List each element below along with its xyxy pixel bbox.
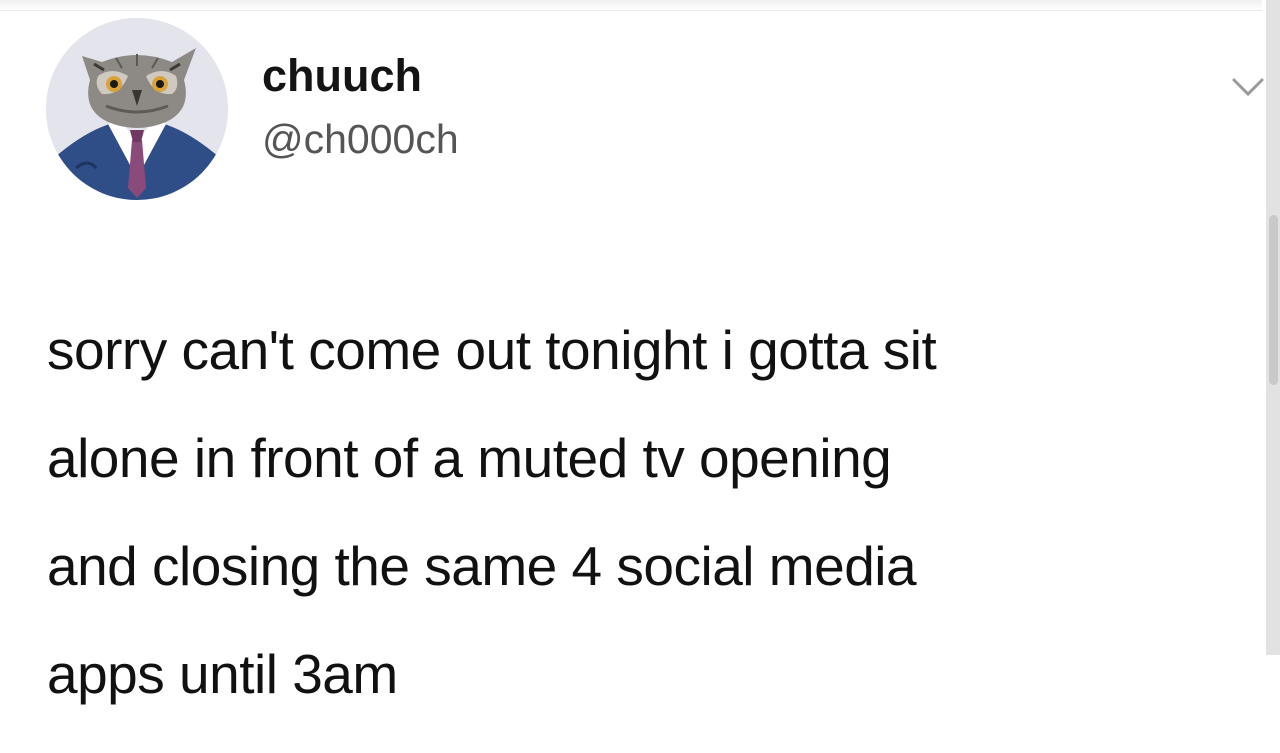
author-handle[interactable]: @ch000ch [262,116,459,163]
top-divider [0,0,1262,11]
tweet-text-line: alone in front of a muted tv opening [47,427,892,489]
tweet-text-line: and closing the same 4 social media [47,535,917,597]
tweet-text-line: sorry can't come out tonight i gotta sit [47,319,937,381]
avatar[interactable] [46,18,228,200]
tweet-text: sorry can't come out tonight i gotta sit… [47,296,1247,728]
scrollbar[interactable] [1266,0,1280,655]
tweet-screenshot: chuuch @ch000ch sorry can't come out ton… [0,0,1280,753]
author-display-name[interactable]: chuuch [262,50,422,102]
scrollbar-thumb[interactable] [1269,215,1278,385]
tweet-text-line: apps until 3am [47,643,398,705]
owl-in-suit-avatar-icon [46,18,228,200]
chevron-down-icon[interactable] [1228,66,1268,106]
